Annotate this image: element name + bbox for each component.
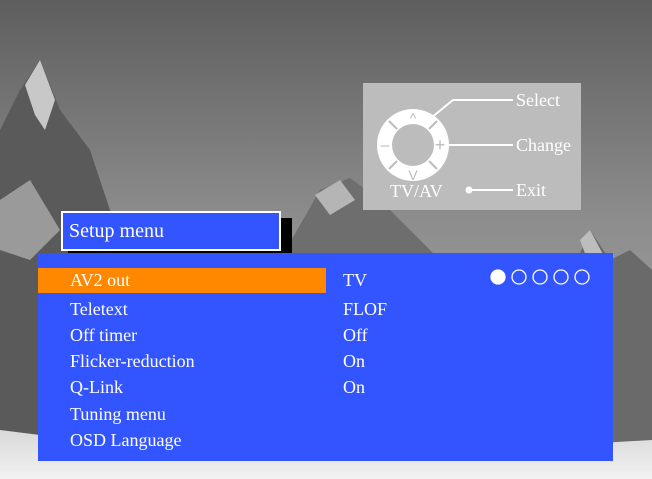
option-position-indicator [490, 269, 590, 285]
dpad-plus-icon: + [435, 135, 446, 155]
dpad-minus-icon: – [381, 137, 390, 154]
menu-item-flicker-reduction[interactable]: Flicker-reduction On [38, 349, 613, 374]
menu-item-label: OSD Language [70, 430, 182, 450]
option-dot-empty-icon [574, 269, 590, 285]
menu-item-osd-language[interactable]: OSD Language [38, 428, 613, 453]
menu-item-label: Flicker-reduction [70, 351, 195, 371]
menu-item-q-link[interactable]: Q-Link On [38, 375, 613, 400]
menu-item-value[interactable]: TV [343, 270, 367, 291]
menu-title-box: Setup menu [61, 211, 281, 251]
page-title: Setup menu [69, 220, 164, 242]
option-dot-empty-icon [511, 269, 527, 285]
menu-item-value[interactable]: On [343, 351, 365, 372]
menu-item-label: Off timer [70, 325, 138, 345]
option-dot-filled-icon [490, 269, 506, 285]
menu-item-label: Tuning menu [70, 404, 166, 424]
change-hint-label: Change [516, 135, 571, 155]
select-hint-label: Select [516, 90, 560, 110]
menu-item-tuning-menu[interactable]: Tuning menu [38, 402, 613, 427]
option-dot-empty-icon [532, 269, 548, 285]
menu-item-label: Teletext [70, 299, 128, 319]
menu-item-off-timer[interactable]: Off timer Off [38, 323, 613, 348]
option-dot-empty-icon [553, 269, 569, 285]
remote-hint-panel: ^ V – + Select Change Exit TV/AV [363, 83, 581, 210]
menu-item-label: AV2 out [70, 270, 131, 290]
menu-item-value[interactable]: On [343, 377, 365, 398]
exit-hint-label: Exit [516, 180, 546, 200]
menu-item-label: Q-Link [70, 377, 123, 397]
menu-item-teletext[interactable]: Teletext FLOF [38, 297, 613, 322]
dpad-up-icon: ^ [410, 110, 417, 126]
setup-menu-panel: AV2 out TV Teletext FLOF Off timer Off F… [38, 253, 613, 461]
tvav-hint-label: TV/AV [390, 181, 443, 201]
menu-item-value[interactable]: Off [343, 325, 368, 346]
menu-item-value[interactable]: FLOF [343, 299, 387, 320]
